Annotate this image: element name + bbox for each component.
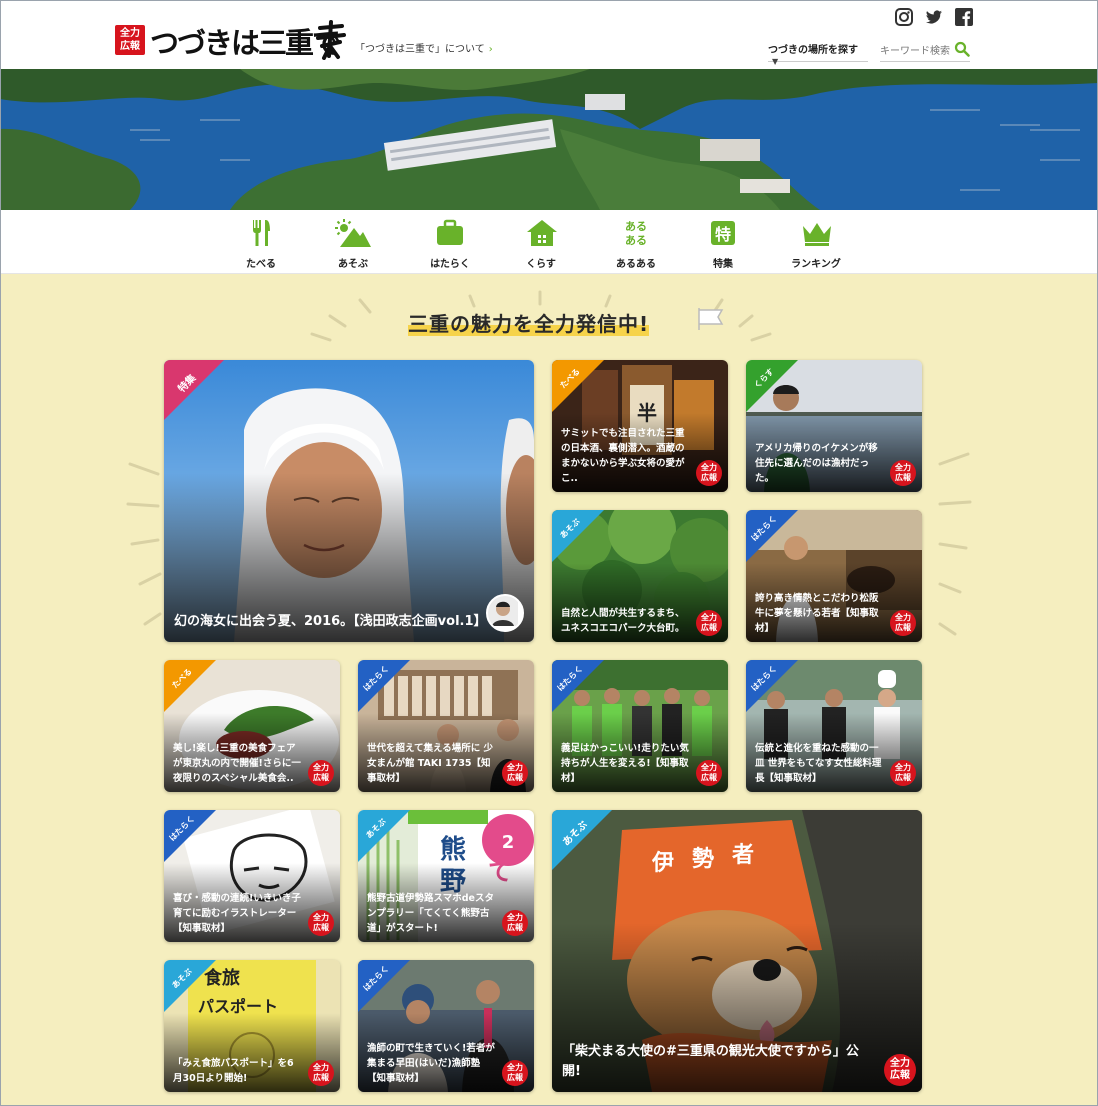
zenryoku-koho-badge: 全力 広報	[890, 610, 916, 636]
category-ribbon[interactable]: たべる	[552, 360, 604, 412]
category-ribbon[interactable]: はたらく	[746, 510, 798, 562]
card-title: アメリカ帰りのイケメンが移住先に選んだのは漁村だった。	[755, 443, 878, 484]
svg-text:ある: ある	[625, 234, 647, 247]
category-ribbon[interactable]: はたらく	[358, 960, 410, 1012]
category-ribbon[interactable]: あそぶ	[164, 960, 216, 1012]
category-ribbon[interactable]: あそぶ	[552, 810, 612, 870]
zenryoku-koho-badge[interactable]: 全力 広報	[115, 25, 145, 55]
article-card[interactable]: はたらく 世代を超えて集える場所に 少女まんが館 TAKI 1735【知事取材】…	[358, 660, 534, 792]
card-title: 美し!楽し!三重の美食フェアが東京丸の内で開催!さらに一夜限りのスペシャル美食会…	[173, 743, 301, 784]
author-avatar	[486, 594, 524, 632]
article-card[interactable]: はたらく 喜び・感動の連続!いきいき子育てに励むイラストレーター【知事取材】 全…	[164, 810, 340, 942]
nav-item-tokushu[interactable]: 特 特集	[688, 210, 758, 273]
site-header: 全力 広報 つづきは三重で 「つづきは三重で」について › つづきの場所を探す▼	[0, 0, 1098, 69]
special-icon: 特	[711, 221, 735, 245]
nav-item-asobu[interactable]: あそぶ	[318, 210, 388, 273]
fork-knife-icon	[253, 220, 270, 246]
card-title: サミットでも注目された三重の日本酒、裏側潜入。酒蔵のまかないから学ぶ女将の愛がこ…	[561, 428, 685, 484]
twitter-icon[interactable]	[925, 8, 943, 26]
article-card[interactable]: 熊 野 2 て あそぶ 熊野古道伊勢路スマホdeスタンプラリー「てくてく熊野古道…	[358, 810, 534, 942]
article-card[interactable]: 伊 勢 者 あそぶ 「柴犬まる大使の#三重県の観光大使ですから」公開! 全力 広…	[552, 810, 922, 1092]
svg-text:熊: 熊	[440, 834, 466, 865]
category-ribbon[interactable]: はたらく	[552, 660, 604, 712]
category-ribbon[interactable]: 特集	[164, 360, 224, 420]
zenryoku-koho-badge: 全力 広報	[696, 760, 722, 786]
category-ribbon[interactable]: たべる	[164, 660, 216, 712]
nav-item-taberu[interactable]: たべる	[226, 210, 296, 273]
zenryoku-koho-badge: 全力 広報	[308, 910, 334, 936]
svg-text:伊: 伊	[651, 850, 674, 876]
zenryoku-koho-badge: 全力 広報	[696, 460, 722, 486]
author-face-icon	[488, 596, 518, 626]
svg-text:者: 者	[731, 842, 754, 868]
zenryoku-koho-badge: 全力 広報	[308, 760, 334, 786]
category-ribbon[interactable]: あそぶ	[552, 510, 604, 562]
feature-area: 三重の魅力を全力発信中! 特集 幻の海女に出会う夏、2016。【浅田政志企画vo…	[0, 274, 1098, 1106]
zenryoku-koho-badge: 全力 広報	[502, 1060, 528, 1086]
nav-item-hataraku[interactable]: はたらく	[415, 210, 485, 273]
article-card[interactable]: はたらく 漁師の町で生きていく!若者が集まる早田(はいだ)漁師塾【知事取材】 全…	[358, 960, 534, 1092]
card-title: 漁師の町で生きていく!若者が集まる早田(はいだ)漁師塾【知事取材】	[367, 1043, 495, 1084]
article-card[interactable]: 半 たべる サミットでも注目された三重の日本酒、裏側潜入。酒蔵のまかないから学ぶ…	[552, 360, 728, 492]
card-title: 「みえ食旅パスポート」を6月30日より開始!	[173, 1058, 294, 1084]
svg-text:勢: 勢	[692, 846, 714, 872]
briefcase-icon	[437, 219, 463, 245]
hero-aerial-photo	[0, 69, 1098, 210]
nav-item-kurasu[interactable]: くらす	[506, 210, 576, 273]
house-icon	[527, 220, 557, 246]
card-title: 義足はかっこいい!走りたい気持ちが人生を変える!【知事取材】	[561, 743, 689, 784]
category-ribbon[interactable]: くらす	[746, 360, 798, 412]
sun-mountain-icon	[335, 219, 371, 247]
svg-text:特: 特	[715, 225, 731, 244]
card-title: 幻の海女に出会う夏、2016。【浅田政志企画vol.1】	[174, 614, 487, 629]
card-title: 誇り高き情熱とこだわり松阪牛に夢を懸ける若者【知事取材】	[755, 593, 879, 634]
category-ribbon[interactable]: はたらく	[358, 660, 410, 712]
zenryoku-koho-badge: 全力 広報	[890, 760, 916, 786]
zenryoku-koho-badge: 全力 広報	[890, 460, 916, 486]
article-card[interactable]: くらす アメリカ帰りのイケメンが移住先に選んだのは漁村だった。 全力 広報	[746, 360, 922, 492]
chevron-right-icon: ›	[488, 44, 493, 55]
card-title: 自然と人間が共生するまち、ユネスコエコパーク大台町。	[561, 608, 685, 634]
flag-icon	[698, 308, 724, 330]
nav-item-ranking[interactable]: ランキング	[781, 210, 851, 273]
facebook-icon[interactable]	[955, 8, 973, 26]
article-card[interactable]: たべる 美し!楽し!三重の美食フェアが東京丸の内で開催!さらに一夜限りのスペシャ…	[164, 660, 340, 792]
zenryoku-koho-badge: 全力 広報	[502, 910, 528, 936]
logo-brush-mark-icon	[316, 20, 346, 60]
article-card[interactable]: 特集 幻の海女に出会う夏、2016。【浅田政志企画vol.1】	[164, 360, 534, 642]
dropdown-arrow-icon: ▼	[772, 57, 779, 66]
zenryoku-koho-badge: 全力 広報	[308, 1060, 334, 1086]
category-nav: たべる あそぶ はたらく くらす ある ある あるある 特 特集 ランキング	[0, 210, 1098, 274]
svg-text:ある: ある	[625, 220, 647, 233]
card-title: 喜び・感動の連続!いきいき子育てに励むイラストレーター【知事取材】	[173, 893, 301, 934]
zenryoku-koho-badge: 全力 広報	[502, 760, 528, 786]
category-ribbon[interactable]: はたらく	[164, 810, 216, 862]
page-headline: 三重の魅力を全力発信中!	[408, 312, 650, 336]
svg-text:2: 2	[502, 832, 515, 853]
card-title: 「柴犬まる大使の#三重県の観光大使ですから」公開!	[562, 1044, 859, 1079]
zenryoku-koho-badge: 全力 広報	[884, 1054, 916, 1086]
article-card[interactable]: はたらく 義足はかっこいい!走りたい気持ちが人生を変える!【知事取材】 全力 広…	[552, 660, 728, 792]
card-title: 世代を超えて集える場所に 少女まんが館 TAKI 1735【知事取材】	[367, 743, 494, 784]
crown-icon	[803, 223, 831, 246]
card-title: 熊野古道伊勢路スマホdeスタンプラリー「てくてく熊野古道」がスタート!	[367, 893, 494, 934]
article-card[interactable]: はたらく 誇り高き情熱とこだわり松阪牛に夢を懸ける若者【知事取材】 全力 広報	[746, 510, 922, 642]
instagram-icon[interactable]	[895, 8, 913, 26]
aruaru-icon: あるある	[625, 220, 647, 247]
article-card[interactable]: あそぶ 自然と人間が共生するまち、ユネスコエコパーク大台町。 全力 広報	[552, 510, 728, 642]
place-select[interactable]: つづきの場所を探す▼	[768, 41, 868, 66]
article-card[interactable]: はたらく 伝統と進化を重ねた感動の一皿 世界をもてなす女性総料理長【知事取材】 …	[746, 660, 922, 792]
card-title: 伝統と進化を重ねた感動の一皿 世界をもてなす女性総料理長【知事取材】	[755, 743, 882, 784]
category-ribbon[interactable]: はたらく	[746, 660, 798, 712]
category-ribbon[interactable]: あそぶ	[358, 810, 410, 862]
site-logo[interactable]: つづきは三重で	[150, 20, 341, 62]
article-card[interactable]: 食旅 パスポート あそぶ 「みえ食旅パスポート」を6月30日より開始! 全力 広…	[164, 960, 340, 1092]
zenryoku-koho-badge: 全力 広報	[696, 610, 722, 636]
about-link[interactable]: 「つづきは三重で」について ›	[355, 40, 493, 55]
search-icon[interactable]	[954, 41, 970, 57]
nav-item-aruaru[interactable]: ある ある あるある	[601, 210, 671, 273]
